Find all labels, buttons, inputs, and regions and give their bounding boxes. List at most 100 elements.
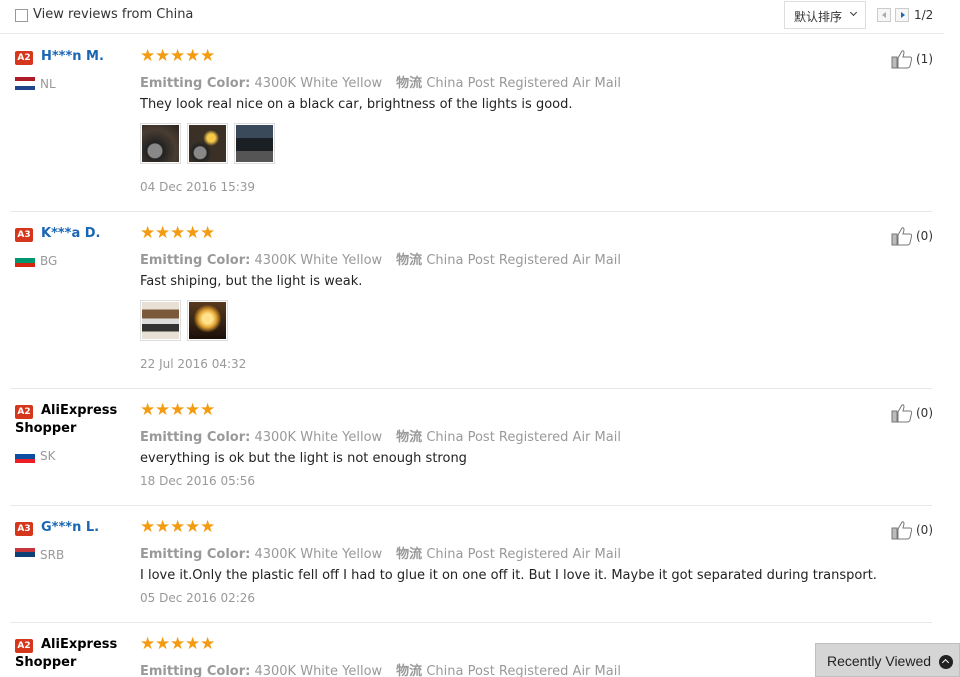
review-photo[interactable] xyxy=(187,300,228,341)
prev-page-button[interactable] xyxy=(877,8,891,22)
country-code: SK xyxy=(40,449,56,463)
helpful-count: (0) xyxy=(916,406,933,420)
country-flag-icon xyxy=(15,77,35,90)
shipping-value: China Post Registered Air Mail xyxy=(426,547,621,562)
shipping-label: 物流 xyxy=(396,664,423,677)
star-icon: ★ xyxy=(140,634,156,654)
shipping-value: China Post Registered Air Mail xyxy=(426,76,621,91)
helpful-count: (0) xyxy=(916,229,933,243)
review-photos xyxy=(140,300,228,341)
buyer-level-badge: A3 xyxy=(15,522,33,536)
country-flag-icon xyxy=(15,450,35,463)
review-item: A2 H***n M. NL ★ ★ ★ ★ ★ Emitting Color: 430… xyxy=(0,35,933,212)
star-icon: ★ xyxy=(200,517,216,537)
star-rating: ★ ★ ★ ★ ★ xyxy=(140,48,215,65)
color-value: 4300K White Yellow xyxy=(254,430,383,445)
sort-dropdown[interactable]: 默认排序 xyxy=(784,1,866,29)
reviewer-name[interactable]: G***n L. xyxy=(41,520,99,535)
next-page-button[interactable] xyxy=(895,8,909,22)
star-icon: ★ xyxy=(155,223,171,243)
star-icon: ★ xyxy=(155,634,171,654)
review-text: I love it.Only the plastic fell off I ha… xyxy=(140,568,877,583)
thumbs-up-icon xyxy=(891,404,913,423)
reviewer-name[interactable]: H***n M. xyxy=(41,49,104,64)
review-photos xyxy=(140,123,275,164)
star-rating: ★ ★ ★ ★ ★ xyxy=(140,636,215,653)
helpful-button[interactable]: (0) xyxy=(891,226,933,246)
color-label: Emitting Color: xyxy=(140,547,251,562)
review-toolbar: View reviews from China 默认排序 1/2 xyxy=(0,0,944,34)
shipping-label: 物流 xyxy=(396,430,423,445)
sort-label: 默认排序 xyxy=(794,10,843,24)
recently-viewed-label: Recently Viewed xyxy=(827,653,932,669)
review-photo[interactable] xyxy=(187,123,228,164)
country-flag-icon xyxy=(15,254,35,267)
chevron-right-icon xyxy=(901,12,905,18)
reviewer-name[interactable]: AliExpress Shopper xyxy=(15,402,125,438)
order-info: Emitting Color: 4300K White Yellow 物流 Chi… xyxy=(140,72,621,91)
review-text: everything is ok but the light is not en… xyxy=(140,451,467,466)
review-item: A2 AliExpress Shopper ★ ★ ★ ★ ★ Emitting Col… xyxy=(0,623,932,677)
color-label: Emitting Color: xyxy=(140,430,251,445)
chevron-up-icon[interactable] xyxy=(939,655,953,669)
star-icon: ★ xyxy=(170,223,186,243)
review-item: A3 G***n L. SRB ★ ★ ★ ★ ★ Emitting Color: 43… xyxy=(0,506,933,623)
star-icon: ★ xyxy=(140,46,156,66)
thumbs-up-icon xyxy=(891,521,913,540)
star-icon: ★ xyxy=(200,46,216,66)
review-photo[interactable] xyxy=(234,123,275,164)
star-icon: ★ xyxy=(155,46,171,66)
color-label: Emitting Color: xyxy=(140,664,251,677)
star-icon: ★ xyxy=(155,517,171,537)
china-filter-label[interactable]: View reviews from China xyxy=(33,7,193,22)
review-item: A2 AliExpress Shopper SK ★ ★ ★ ★ ★ Emitting … xyxy=(0,389,933,506)
reviewer-name[interactable]: K***a D. xyxy=(41,226,101,241)
buyer-level-badge: A2 xyxy=(15,51,33,65)
star-icon: ★ xyxy=(140,517,156,537)
star-icon: ★ xyxy=(140,223,156,243)
review-date: 04 Dec 2016 15:39 xyxy=(140,180,256,194)
helpful-button[interactable]: (0) xyxy=(891,403,933,423)
star-rating: ★ ★ ★ ★ ★ xyxy=(140,225,215,242)
star-icon: ★ xyxy=(185,634,201,654)
shipping-label: 物流 xyxy=(396,547,423,562)
recently-viewed-tab[interactable]: Recently Viewed xyxy=(815,643,960,677)
color-label: Emitting Color: xyxy=(140,76,251,91)
review-photo[interactable] xyxy=(140,300,181,341)
review-text: They look real nice on a black car, brig… xyxy=(140,97,573,112)
thumbs-up-icon xyxy=(891,50,913,69)
chevron-down-icon xyxy=(849,8,858,17)
shipping-label: 物流 xyxy=(396,76,423,91)
helpful-count: (0) xyxy=(916,523,933,537)
order-info: Emitting Color: 4300K White Yellow 物流 Chi… xyxy=(140,426,621,445)
star-icon: ★ xyxy=(140,400,156,420)
star-icon: ★ xyxy=(185,400,201,420)
order-info: Emitting Color: 4300K White Yellow 物流 Chi… xyxy=(140,249,621,268)
review-photo[interactable] xyxy=(140,123,181,164)
star-icon: ★ xyxy=(185,223,201,243)
color-label: Emitting Color: xyxy=(140,253,251,268)
star-icon: ★ xyxy=(170,517,186,537)
helpful-button[interactable]: (1) xyxy=(891,49,933,69)
shipping-value: China Post Registered Air Mail xyxy=(426,253,621,268)
country-code: SRB xyxy=(40,548,65,562)
review-date: 05 Dec 2016 02:26 xyxy=(140,591,256,605)
color-value: 4300K White Yellow xyxy=(254,76,383,91)
country-flag-icon xyxy=(15,548,35,561)
shipping-label: 物流 xyxy=(396,253,423,268)
order-info: Emitting Color: 4300K White Yellow 物流 Chi… xyxy=(140,660,621,677)
reviewer-name[interactable]: AliExpress Shopper xyxy=(15,636,125,672)
review-date: 18 Dec 2016 05:56 xyxy=(140,474,256,488)
review-text: Fast shiping, but the light is weak. xyxy=(140,274,363,289)
star-icon: ★ xyxy=(200,223,216,243)
china-filter-checkbox[interactable] xyxy=(15,9,28,22)
country-code: NL xyxy=(40,77,56,91)
buyer-level-badge: A3 xyxy=(15,228,33,242)
helpful-button[interactable]: (0) xyxy=(891,520,933,540)
star-icon: ★ xyxy=(155,400,171,420)
star-icon: ★ xyxy=(170,46,186,66)
thumbs-up-icon xyxy=(891,227,913,246)
country-code: BG xyxy=(40,254,58,268)
review-date: 22 Jul 2016 04:32 xyxy=(140,357,247,371)
color-value: 4300K White Yellow xyxy=(254,664,383,677)
